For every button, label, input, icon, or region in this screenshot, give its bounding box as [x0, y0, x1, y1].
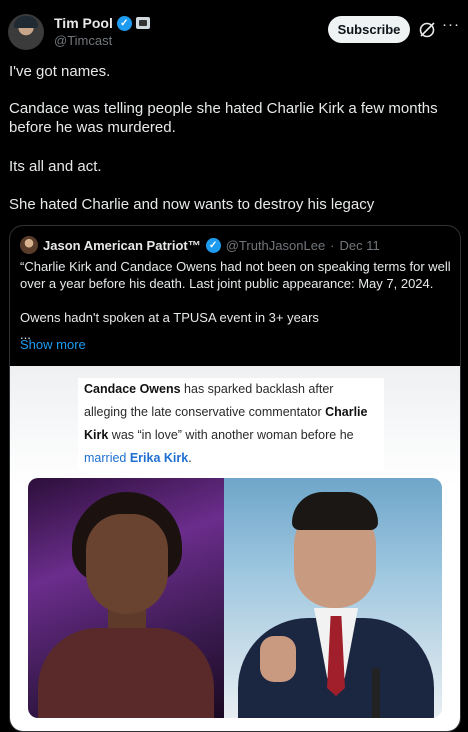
affiliate-badge-icon[interactable] — [135, 17, 150, 29]
post-paragraph: She hated Charlie and now wants to destr… — [9, 196, 375, 213]
headline-text: was “in love” with another woman before … — [108, 428, 354, 442]
quoted-author-handle[interactable]: @TruthJasonLee — [226, 238, 325, 253]
quoted-author-name[interactable]: Jason American Patriot™ — [43, 238, 201, 253]
verified-badge-icon: ✓ — [116, 15, 132, 31]
microphone — [372, 668, 380, 718]
subscribe-button[interactable]: Subscribe — [328, 16, 410, 43]
avatar-beanie — [14, 16, 38, 28]
separator-dot: · — [330, 237, 335, 253]
media-headline: Candace Owens has sparked backlash after… — [78, 378, 384, 470]
photo-hair — [292, 492, 378, 530]
photo-right — [224, 478, 442, 718]
post-paragraph: Candace was telling people she hated Cha… — [9, 100, 438, 136]
headline-end: . — [188, 451, 192, 465]
post-header: Tim Pool ✓ @Timcast Subscribe ··· — [8, 12, 460, 52]
post-paragraph: Its all and act. — [9, 158, 102, 175]
author-name[interactable]: Tim Pool — [54, 15, 113, 31]
photo-left — [28, 478, 224, 718]
quoted-post-date[interactable]: Dec 11 — [340, 238, 380, 253]
quoted-media[interactable]: Candace Owens has sparked backlash after… — [10, 366, 460, 731]
quoted-post-text: “Charlie Kirk and Candace Owens had not … — [20, 258, 452, 343]
author-name-row: Tim Pool ✓ — [54, 15, 150, 31]
headline-link: married Erika Kirk — [84, 451, 188, 465]
quoted-line: “Charlie Kirk and Candace Owens had not … — [20, 259, 451, 274]
quoted-line — [20, 292, 452, 309]
verified-badge-icon: ✓ — [205, 237, 221, 253]
author-avatar[interactable] — [8, 14, 44, 50]
grok-icon[interactable] — [418, 21, 436, 39]
headline-bold: Candace Owens — [84, 382, 181, 396]
quoted-post[interactable]: Jason American Patriot™ ✓ @TruthJasonLee… — [9, 225, 461, 732]
quoted-line: Owens hadn't spoken at a TPUSA event in … — [20, 310, 319, 325]
photo-coat — [38, 628, 214, 718]
show-more-link[interactable]: Show more — [20, 337, 86, 352]
author-handle[interactable]: @Timcast — [54, 33, 112, 48]
more-options-icon[interactable]: ··· — [442, 17, 460, 37]
photo-face — [86, 514, 168, 614]
headline-link-bold: Erika Kirk — [129, 451, 189, 465]
headline-link-text: married — [84, 451, 130, 465]
post-paragraph: I've got names. — [9, 63, 111, 80]
photo-hand — [260, 636, 296, 682]
quoted-line: over a year before his death. Last joint… — [20, 276, 434, 291]
quoted-post-header: Jason American Patriot™ ✓ @TruthJasonLee… — [20, 236, 380, 254]
quoted-author-avatar[interactable] — [20, 236, 38, 254]
